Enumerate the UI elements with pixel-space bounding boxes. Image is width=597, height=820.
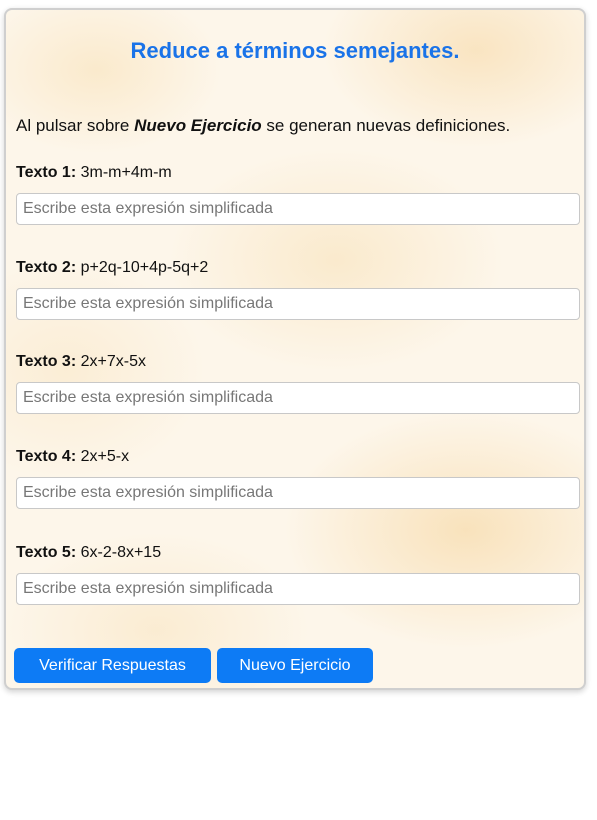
exercise-4: Texto 4: 2x+5-x	[16, 446, 580, 509]
exercise-1-label: Texto 1:	[16, 164, 77, 181]
exercise-2-label: Texto 2:	[16, 259, 77, 276]
exercise-3-label: Texto 3:	[16, 353, 77, 370]
exercise-4-answer-input[interactable]	[16, 477, 580, 509]
exercise-4-label: Texto 4:	[16, 448, 77, 465]
exercise-5-label: Texto 5:	[16, 544, 77, 561]
page-title: Reduce a términos semejantes.	[130, 38, 460, 63]
instructions-text: Al pulsar sobre Nuevo Ejercicio se gener…	[16, 116, 510, 136]
exercise-2-expression: p+2q-10+4p-5q+2	[80, 259, 209, 276]
exercise-4-expression: 2x+5-x	[80, 448, 130, 465]
exercise-1: Texto 1: 3m-m+4m-m	[16, 162, 580, 225]
exercise-1-expression: 3m-m+4m-m	[80, 164, 172, 181]
exercise-3-answer-input[interactable]	[16, 382, 580, 414]
exercise-5-expression: 6x-2-8x+15	[80, 544, 162, 561]
exercise-3-prompt: Texto 3: 2x+7x-5x	[16, 351, 580, 373]
exercise-5-answer-input[interactable]	[16, 573, 580, 605]
exercise-2: Texto 2: p+2q-10+4p-5q+2	[16, 257, 580, 320]
exercise-card: Reduce a términos semejantes. Al pulsar …	[4, 8, 586, 690]
exercise-2-prompt: Texto 2: p+2q-10+4p-5q+2	[16, 257, 580, 279]
exercise-5-prompt: Texto 5: 6x-2-8x+15	[16, 542, 580, 564]
exercise-4-prompt: Texto 4: 2x+5-x	[16, 446, 580, 468]
instructions-emphasis: Nuevo Ejercicio	[134, 116, 262, 135]
exercise-3-expression: 2x+7x-5x	[80, 353, 146, 370]
exercise-3: Texto 3: 2x+7x-5x	[16, 351, 580, 414]
instructions-after: se generan nuevas definiciones.	[261, 116, 511, 135]
new-exercise-button[interactable]: Nuevo Ejercicio	[217, 648, 373, 683]
exercise-1-prompt: Texto 1: 3m-m+4m-m	[16, 162, 580, 184]
exercise-1-answer-input[interactable]	[16, 193, 580, 225]
instructions-before: Al pulsar sobre	[16, 116, 135, 135]
exercise-2-answer-input[interactable]	[16, 288, 580, 320]
verify-answers-button[interactable]: Verificar Respuestas	[14, 648, 211, 683]
exercise-5: Texto 5: 6x-2-8x+15	[16, 542, 580, 605]
